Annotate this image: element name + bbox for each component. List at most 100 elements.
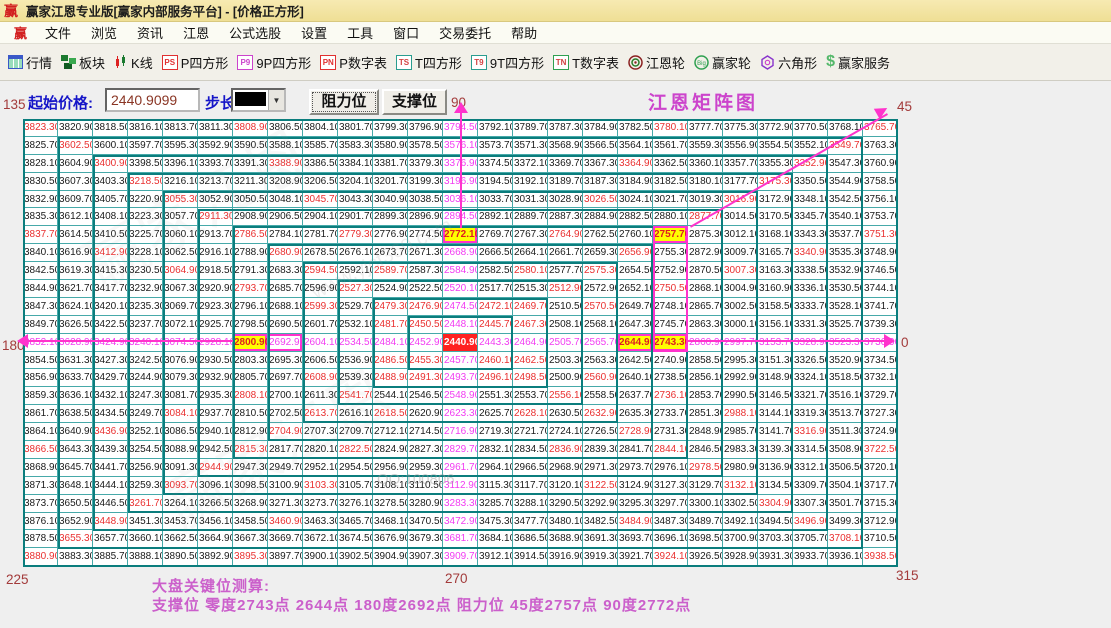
matrix-cell[interactable]: 3372.10 [513,155,548,173]
matrix-cell[interactable]: 3458.50 [233,513,268,531]
matrix-cell[interactable]: 3600.10 [93,137,128,155]
matrix-cell[interactable]: 3518.50 [828,369,863,387]
matrix-cell[interactable]: 2685.70 [268,280,303,298]
matrix-cell[interactable]: 3487.30 [653,513,688,531]
matrix-cell[interactable]: 3842.50 [23,262,58,280]
matrix-cell[interactable]: 3427.30 [93,352,128,370]
matrix-cell[interactable]: 2726.50 [583,423,618,441]
matrix-cell[interactable]: 3460.90 [268,513,303,531]
matrix-cell[interactable]: 3938.50 [863,548,898,566]
matrix-cell[interactable]: 2709.70 [338,423,373,441]
matrix-cell[interactable]: 3628.90 [58,334,93,352]
matrix-cell[interactable]: 3760.90 [863,155,898,173]
matrix-cell[interactable]: 3350.50 [793,173,828,191]
matrix-cell[interactable]: 2978.50 [688,459,723,477]
matrix-cell[interactable]: 3607.30 [58,173,93,191]
matrix-cell[interactable]: 2510.50 [548,298,583,316]
matrix-cell[interactable]: 2529.70 [338,298,373,316]
matrix-cell[interactable]: 3756.10 [863,191,898,209]
matrix-cell[interactable]: 2582.50 [478,262,513,280]
matrix-cell[interactable]: 2464.90 [513,334,548,352]
matrix-cell[interactable]: 3852.10 [23,334,58,352]
matrix-cell[interactable]: 3000.10 [723,316,758,334]
matrix-cell[interactable]: 2719.30 [478,423,513,441]
matrix-cell[interactable]: 2815.30 [233,441,268,459]
matrix-cell[interactable]: 3924.10 [653,548,688,566]
matrix-cell[interactable]: 3062.50 [163,244,198,262]
matrix-cell[interactable]: 3160.90 [758,280,793,298]
matrix-cell[interactable]: 2930.50 [198,352,233,370]
matrix-cell[interactable]: 3108.10 [373,477,408,495]
matrix-cell[interactable]: 2656.90 [618,244,653,262]
menu-item-window[interactable]: 窗口 [383,23,429,42]
matrix-cell[interactable]: 3040.90 [373,191,408,209]
matrix-cell[interactable]: 3357.70 [723,155,758,173]
matrix-cell[interactable]: 3009.70 [723,244,758,262]
matrix-cell[interactable]: 2652.10 [618,280,653,298]
matrix-cell[interactable]: 3566.50 [583,137,618,155]
matrix-cell[interactable]: 3360.10 [688,155,723,173]
matrix-cell[interactable]: 3571.30 [513,137,548,155]
matrix-cell[interactable]: 3105.70 [338,477,373,495]
matrix-cell[interactable]: 2671.30 [408,244,443,262]
matrix-cell[interactable]: 3420.10 [93,298,128,316]
matrix-cell[interactable]: 3321.70 [793,387,828,405]
matrix-cell[interactable]: 2676.10 [338,244,373,262]
matrix-cell[interactable]: 2647.30 [618,316,653,334]
matrix-cell[interactable]: 2601.70 [303,316,338,334]
matrix-cell[interactable]: 3002.50 [723,298,758,316]
matrix-cell[interactable]: 2481.70 [373,316,408,334]
matrix-cell[interactable]: 3823.30 [23,119,58,137]
matrix-cell[interactable]: 2954.50 [338,459,373,477]
matrix-cell[interactable]: 2858.50 [688,352,723,370]
matrix-cell[interactable]: 2661.70 [548,244,583,262]
matrix-cell[interactable]: 3768.10 [828,119,863,137]
matrix-cell[interactable]: 3866.50 [23,441,58,459]
toolbar-winner-wheel[interactable]: Big 赢家轮 [694,53,751,72]
matrix-cell[interactable]: 3888.10 [128,548,163,566]
matrix-cell[interactable]: 2594.50 [303,262,338,280]
matrix-cell[interactable]: 2918.50 [198,262,233,280]
matrix-cell[interactable]: 2716.90 [443,423,478,441]
matrix-cell[interactable]: 2570.50 [583,298,618,316]
matrix-cell[interactable]: 2616.10 [338,405,373,423]
matrix-cell[interactable]: 2971.30 [583,459,618,477]
matrix-cell[interactable]: 3439.30 [93,441,128,459]
matrix-cell[interactable]: 3523.30 [828,334,863,352]
matrix-cell[interactable]: 3573.70 [478,137,513,155]
matrix-cell[interactable]: 3424.90 [93,334,128,352]
matrix-cell[interactable]: 3631.30 [58,352,93,370]
matrix-cell[interactable]: 3919.30 [583,548,618,566]
matrix-cell[interactable]: 2949.70 [268,459,303,477]
matrix-cell[interactable]: 2683.30 [268,262,303,280]
matrix-cell[interactable]: 3895.30 [233,548,268,566]
matrix-cell[interactable]: 3422.50 [93,316,128,334]
matrix-cell[interactable]: 2527.30 [338,280,373,298]
matrix-cell[interactable]: 3340.90 [793,244,828,262]
matrix-cell[interactable]: 3259.30 [128,477,163,495]
toolbar-gann-wheel[interactable]: 江恩轮 [628,53,685,72]
matrix-cell[interactable]: 2702.50 [268,405,303,423]
matrix-cell[interactable]: 3124.90 [618,477,653,495]
matrix-cell[interactable]: 2745.70 [653,316,688,334]
matrix-cell[interactable]: 3739.30 [863,316,898,334]
matrix-cell[interactable]: 3153.70 [758,334,793,352]
matrix-cell[interactable]: 3302.50 [723,495,758,513]
matrix-cell[interactable]: 3686.50 [513,530,548,548]
matrix-cell[interactable]: 3873.70 [23,495,58,513]
matrix-cell[interactable]: 3384.10 [338,155,373,173]
matrix-cell[interactable]: 3588.10 [268,137,303,155]
matrix-cell[interactable]: 3088.90 [163,441,198,459]
matrix-cell[interactable]: 2448.10 [443,316,478,334]
matrix-cell[interactable]: 3434.50 [93,405,128,423]
matrix-cell[interactable]: 2894.50 [443,208,478,226]
matrix-cell[interactable]: 3352.90 [793,155,828,173]
matrix-cell[interactable]: 3844.90 [23,280,58,298]
matrix-cell[interactable]: 3242.50 [128,352,163,370]
matrix-cell[interactable]: 2832.10 [478,441,513,459]
matrix-cell[interactable]: 2577.70 [548,262,583,280]
matrix-cell[interactable]: 3184.90 [618,173,653,191]
matrix-cell[interactable]: 3400.90 [93,155,128,173]
matrix-cell[interactable]: 3720.10 [863,459,898,477]
matrix-cell[interactable]: 3374.50 [478,155,513,173]
